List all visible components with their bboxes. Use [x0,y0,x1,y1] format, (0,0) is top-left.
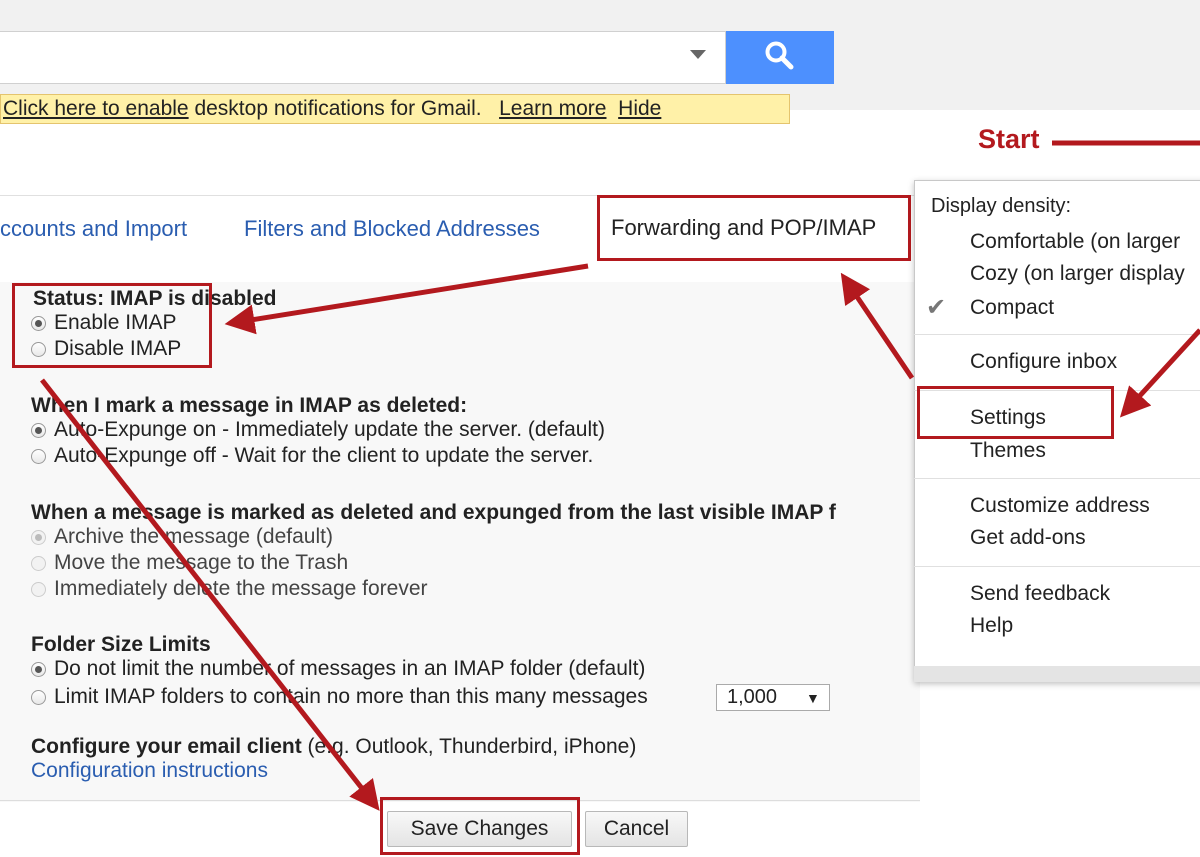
density-compact[interactable]: Compact [970,293,1054,323]
move-to-trash-radio[interactable] [31,556,46,571]
delete-forever-option[interactable]: Immediately delete the message forever [31,576,428,602]
density-comfortable[interactable]: Comfortable (on larger [970,227,1180,257]
tab-filters-and-blocked-addresses[interactable]: Filters and Blocked Addresses [244,212,540,246]
menu-footer [914,666,1200,682]
search-icon [765,41,794,70]
no-limit-label: Do not limit the number of messages in a… [54,657,646,680]
checkmark-icon: ✔ [926,294,947,321]
deleted-section-title: When I mark a message in IMAP as deleted… [31,394,468,417]
delete-forever-radio[interactable] [31,582,46,597]
limit-label: Limit IMAP folders to contain no more th… [54,685,648,708]
expunged-section-title: When a message is marked as deleted and … [31,501,836,524]
learn-more-link[interactable]: Learn more [499,97,606,120]
configure-client-hint: (e.g. Outlook, Thunderbird, iPhone) [301,735,637,758]
hide-link[interactable]: Hide [618,97,661,120]
archive-radio[interactable] [31,530,46,545]
density-cozy[interactable]: Cozy (on larger display [970,259,1185,289]
search-button[interactable] [726,31,834,84]
menu-item-themes[interactable]: Themes [970,436,1046,466]
menu-separator [914,334,1200,335]
archive-label: Archive the message (default) [54,525,333,548]
configure-client-title: Configure your email client [31,735,302,758]
tab-accounts-and-import[interactable]: ccounts and Import [0,212,187,246]
configure-client-row: Configure your email client (e.g. Outloo… [31,735,636,759]
limit-option[interactable]: Limit IMAP folders to contain no more th… [31,684,648,710]
menu-separator [914,566,1200,567]
imap-highlight-box [12,283,212,368]
limit-radio[interactable] [31,690,46,705]
auto-expunge-on-option[interactable]: Auto-Expunge on - Immediately update the… [31,417,605,443]
chevron-down-icon[interactable] [690,50,706,59]
move-to-trash-option[interactable]: Move the message to the Trash [31,550,348,576]
configuration-instructions-link[interactable]: Configuration instructions [31,759,268,783]
auto-expunge-on-radio[interactable] [31,423,46,438]
notification-text: desktop notifications for Gmail. [188,97,482,120]
select-arrow-icon: ▼ [806,690,820,706]
delete-forever-label: Immediately delete the message forever [54,577,428,600]
no-limit-option[interactable]: Do not limit the number of messages in a… [31,656,645,682]
archive-option[interactable]: Archive the message (default) [31,524,333,550]
no-limit-radio[interactable] [31,662,46,677]
menu-separator [914,478,1200,479]
start-annotation-label: Start [978,124,1040,154]
enable-notifications-link[interactable]: Click here to enable [3,97,189,120]
folder-limits-title: Folder Size Limits [31,633,211,656]
menu-item-send-feedback[interactable]: Send feedback [970,579,1110,609]
menu-item-customize-address[interactable]: Customize address [970,491,1150,521]
search-input[interactable] [0,31,726,84]
menu-item-help[interactable]: Help [970,611,1013,641]
notification-bar: Click here to enable desktop notificatio… [0,94,790,124]
settings-highlight-box [917,386,1114,439]
menu-item-configure-inbox[interactable]: Configure inbox [970,347,1117,377]
cancel-button[interactable]: Cancel [585,811,688,847]
menu-item-get-add-ons[interactable]: Get add-ons [970,523,1086,553]
auto-expunge-off-label: Auto-Expunge off - Wait for the client t… [54,444,594,467]
auto-expunge-off-radio[interactable] [31,449,46,464]
auto-expunge-off-option[interactable]: Auto-Expunge off - Wait for the client t… [31,443,593,469]
move-to-trash-label: Move the message to the Trash [54,551,349,574]
save-changes-button[interactable]: Save Changes [387,811,572,847]
auto-expunge-on-label: Auto-Expunge on - Immediately update the… [54,418,605,441]
display-density-label: Display density: [931,195,1072,217]
tab-forwarding-pop-imap[interactable]: Forwarding and POP/IMAP [597,195,911,261]
